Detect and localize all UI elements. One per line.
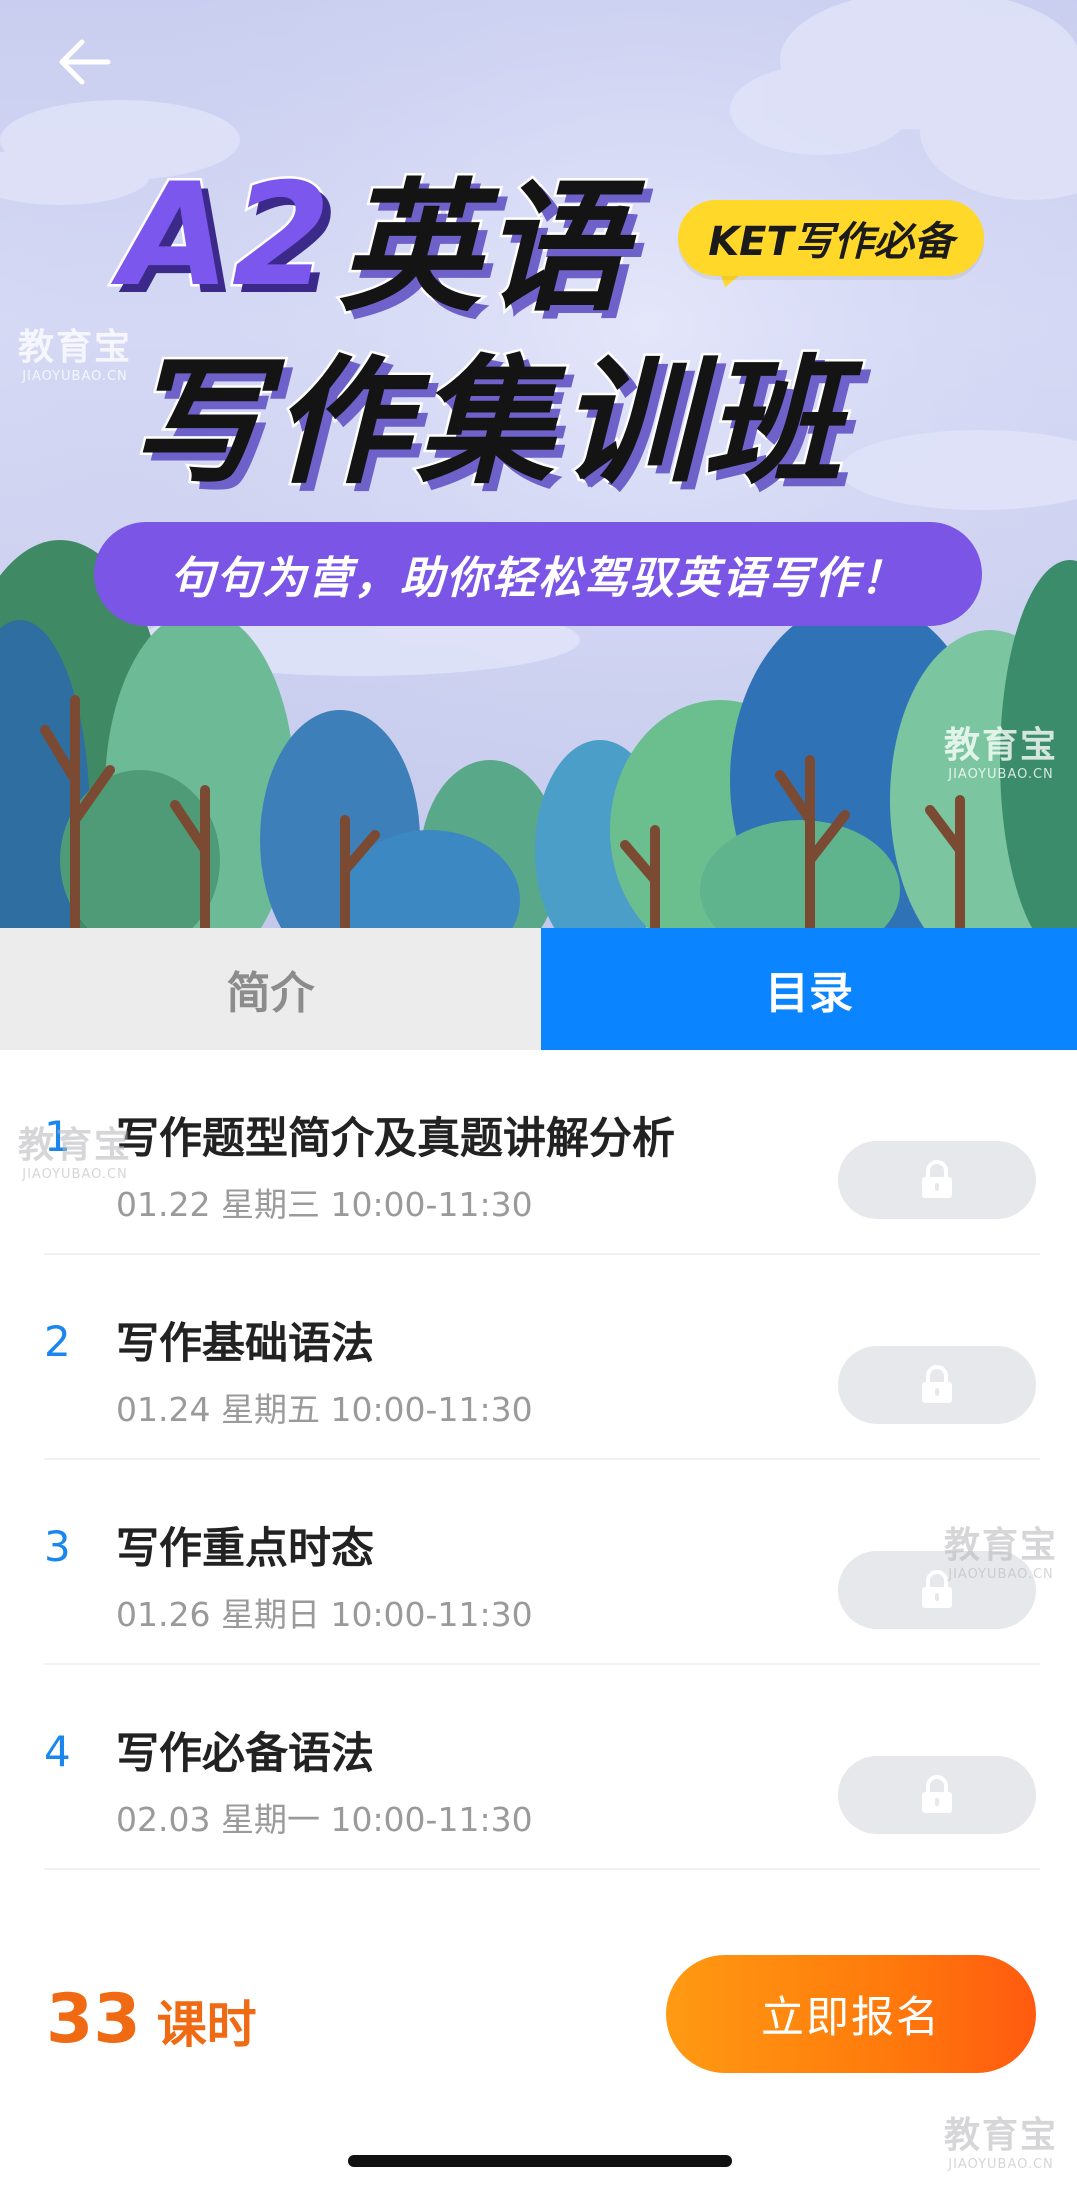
watermark-cn: 教育宝 (944, 2115, 1059, 2156)
lesson-title: 写作重点时态 (116, 1524, 374, 1574)
lesson-item[interactable]: 3 写作重点时态 01.26 星期日 10:00-11:30 (44, 1460, 1040, 1665)
watermark-cn: 教育宝 (944, 1525, 1059, 1566)
watermark-en: JIAOYUBAO.CN (948, 1567, 1054, 1582)
lock-icon (922, 1775, 952, 1813)
lesson-item[interactable]: 2 写作基础语法 01.24 星期五 10:00-11:30 (44, 1255, 1040, 1460)
watermark-cn: 教育宝 (18, 1125, 133, 1166)
watermark-en: JIAOYUBAO.CN (948, 767, 1054, 782)
lesson-lock-button[interactable] (838, 1346, 1036, 1424)
banner-title-a2: A2 (118, 150, 334, 320)
lesson-item[interactable]: 1 写作题型简介及真题讲解分析 01.22 星期三 10:00-11:30 (44, 1050, 1040, 1255)
lock-icon (922, 1160, 952, 1198)
enroll-button[interactable]: 立即报名 (666, 1955, 1036, 2073)
lesson-time: 01.22 星期三 10:00-11:30 (116, 1185, 533, 1224)
course-banner: A2 英语 KET写作必备 写作集训班 句句为营，助你轻松驾驭英语写作！ 教育宝… (0, 0, 1077, 928)
lesson-title: 写作题型简介及真题讲解分析 (116, 1114, 675, 1164)
lesson-time: 01.24 星期五 10:00-11:30 (116, 1390, 533, 1429)
lesson-time: 02.03 星期一 10:00-11:30 (116, 1800, 533, 1839)
watermark-en: JIAOYUBAO.CN (22, 369, 128, 384)
banner-title-line1: A2 英语 (118, 150, 628, 334)
watermark-cn: 教育宝 (944, 725, 1059, 766)
lesson-number: 3 (44, 1522, 71, 1571)
lesson-title: 写作基础语法 (116, 1319, 374, 1369)
ket-badge: KET写作必备 (678, 200, 984, 276)
lesson-number: 2 (44, 1317, 71, 1366)
hours-unit: 课时 (156, 1996, 257, 2054)
banner-slogan: 句句为营，助你轻松驾驭英语写作！ (94, 522, 982, 626)
tab-intro[interactable]: 简介 (0, 928, 541, 1050)
watermark-cn: 教育宝 (18, 327, 133, 368)
course-hours: 33 课时 (46, 1980, 257, 2059)
arrow-left-icon (59, 39, 111, 85)
hours-count: 33 (46, 1980, 141, 2059)
lesson-time: 01.26 星期日 10:00-11:30 (116, 1595, 533, 1634)
watermark-en: JIAOYUBAO.CN (948, 2157, 1054, 2172)
lesson-item[interactable]: 4 写作必备语法 02.03 星期一 10:00-11:30 (44, 1665, 1040, 1870)
watermark-en: JIAOYUBAO.CN (22, 1167, 128, 1182)
course-detail-page: A2 英语 KET写作必备 写作集训班 句句为营，助你轻松驾驭英语写作！ 教育宝… (0, 0, 1077, 2190)
watermark: 教育宝 JIAOYUBAO.CN (944, 2115, 1059, 2172)
lesson-lock-button[interactable] (838, 1756, 1036, 1834)
banner-title-line2: 写作集训班 (125, 340, 849, 506)
tab-bar: 简介 目录 (0, 928, 1077, 1050)
back-button[interactable] (44, 22, 124, 102)
home-indicator[interactable] (348, 2155, 732, 2167)
watermark: 教育宝 JIAOYUBAO.CN (18, 1125, 133, 1182)
tab-catalog[interactable]: 目录 (541, 928, 1077, 1050)
lock-icon (922, 1365, 952, 1403)
lesson-number: 4 (44, 1727, 71, 1776)
watermark: 教育宝 JIAOYUBAO.CN (944, 1525, 1059, 1582)
watermark: 教育宝 JIAOYUBAO.CN (944, 725, 1059, 782)
watermark: 教育宝 JIAOYUBAO.CN (18, 327, 133, 384)
lesson-lock-button[interactable] (838, 1141, 1036, 1219)
lesson-title: 写作必备语法 (116, 1729, 374, 1779)
banner-title-english: 英语 (336, 164, 627, 334)
